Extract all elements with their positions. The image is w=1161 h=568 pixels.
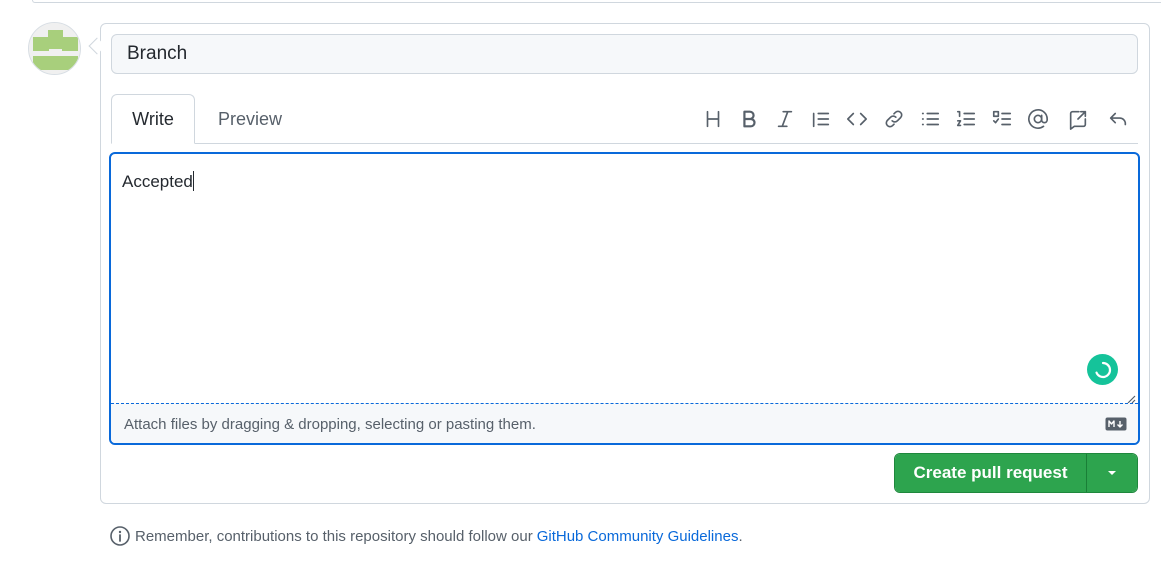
mention-button[interactable]	[1023, 104, 1053, 134]
heading-button[interactable]	[698, 104, 728, 134]
grammarly-button[interactable]	[1087, 354, 1118, 385]
title-input[interactable]	[111, 34, 1138, 74]
markdown-icon[interactable]	[1105, 417, 1127, 431]
ordered-list-button[interactable]	[951, 104, 981, 134]
code-button[interactable]	[842, 104, 872, 134]
quote-icon	[812, 112, 830, 128]
resize-handle[interactable]	[1126, 391, 1136, 404]
comment-text: Accepted	[122, 172, 193, 191]
contribution-notice: Remember, contributions to this reposito…	[109, 525, 743, 547]
triangle-down-icon	[1108, 471, 1116, 475]
reply-button[interactable]	[1103, 104, 1133, 134]
previous-section-border	[32, 0, 1161, 3]
avatar[interactable]	[28, 22, 81, 75]
mention-icon	[1028, 109, 1048, 129]
cross-reference-button[interactable]	[1063, 104, 1093, 134]
bold-icon	[743, 110, 756, 128]
file-attachment-area[interactable]: Attach files by dragging & dropping, sel…	[111, 403, 1138, 443]
heading-icon	[706, 110, 720, 128]
create-pull-request-group: Create pull request	[894, 453, 1138, 493]
task-list-button[interactable]	[987, 104, 1017, 134]
create-pull-request-button[interactable]: Create pull request	[895, 454, 1087, 492]
cross-reference-icon	[1069, 110, 1087, 130]
identicon-icon	[29, 23, 80, 74]
info-icon	[110, 526, 130, 546]
notice-period: .	[738, 527, 743, 545]
attach-hint: Attach files by dragging & dropping, sel…	[124, 416, 536, 433]
notice-text: Remember, contributions to this reposito…	[135, 527, 533, 545]
link-icon	[885, 110, 903, 128]
italic-icon	[777, 110, 793, 128]
community-guidelines-link[interactable]: GitHub Community Guidelines	[537, 528, 739, 545]
quote-button[interactable]	[806, 104, 836, 134]
unordered-list-icon	[921, 112, 940, 126]
tab-preview[interactable]: Preview	[200, 94, 300, 144]
bold-button[interactable]	[734, 104, 764, 134]
unordered-list-button[interactable]	[915, 104, 945, 134]
comment-editor[interactable]: Accepted Attach files by dragging & drop…	[109, 152, 1140, 445]
link-button[interactable]	[879, 104, 909, 134]
task-list-icon	[992, 110, 1012, 126]
ordered-list-icon	[956, 110, 976, 127]
italic-button[interactable]	[770, 104, 800, 134]
code-icon	[847, 112, 867, 126]
create-options-dropdown[interactable]	[1087, 454, 1137, 492]
grammarly-icon	[1094, 361, 1111, 378]
text-caret	[192, 171, 194, 191]
comment-textarea[interactable]: Accepted	[122, 171, 194, 192]
tab-write[interactable]: Write	[111, 94, 195, 144]
reply-icon	[1109, 112, 1127, 126]
